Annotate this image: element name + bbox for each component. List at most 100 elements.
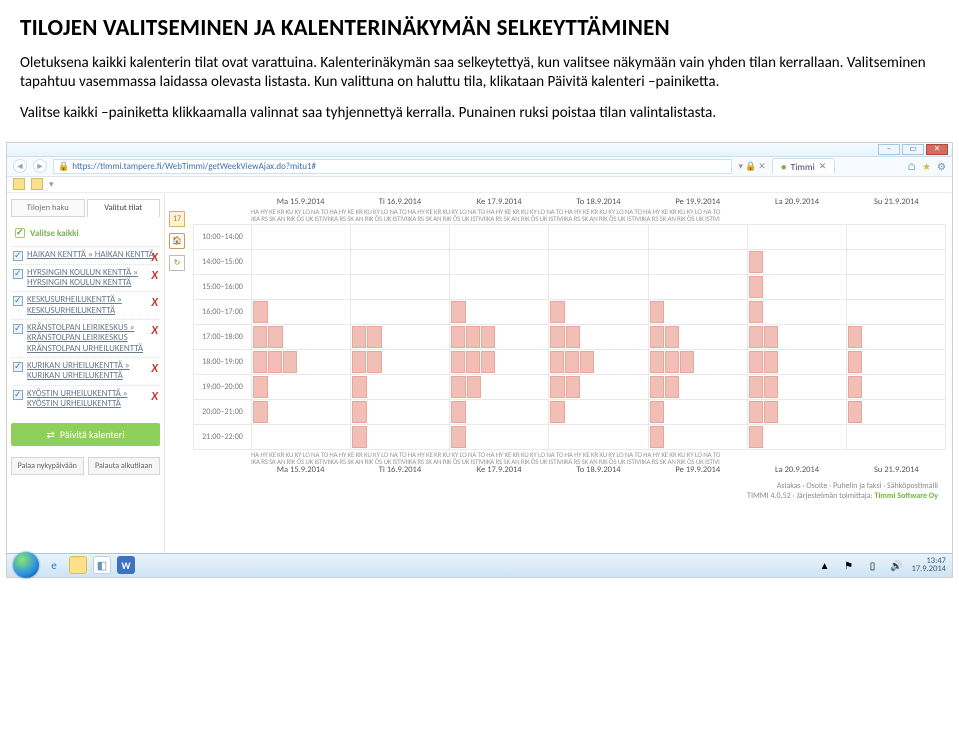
booking-bar[interactable]	[650, 326, 664, 348]
calendar-cell[interactable]	[549, 274, 648, 299]
booking-bar[interactable]	[650, 426, 665, 448]
booking-bar[interactable]	[451, 301, 466, 323]
reset-button[interactable]: Palauta alkutilaan	[88, 457, 161, 475]
calendar-cell[interactable]	[549, 424, 648, 449]
calendar-cell[interactable]	[252, 299, 351, 324]
calendar-cell[interactable]	[252, 274, 351, 299]
booking-bar[interactable]	[466, 351, 480, 373]
calendar-cell[interactable]	[846, 374, 945, 399]
calendar-cell[interactable]	[747, 424, 846, 449]
remove-room-button[interactable]: X	[151, 296, 158, 310]
calendar-cell[interactable]	[846, 324, 945, 349]
calendar-cell[interactable]	[846, 424, 945, 449]
tray-network-icon[interactable]: ▯	[864, 556, 882, 574]
window-minimize-button[interactable]: –	[878, 144, 900, 155]
calendar-cell[interactable]	[648, 299, 747, 324]
checkbox-icon[interactable]	[13, 296, 23, 306]
booking-bar[interactable]	[352, 401, 367, 423]
booking-bar[interactable]	[764, 326, 778, 348]
booking-bar[interactable]	[764, 401, 778, 423]
room-item[interactable]: KESKUSURHEILUKENTTÄ » KESKUSURHEILUKENTT…	[11, 291, 160, 319]
calendar-cell[interactable]	[351, 374, 450, 399]
booking-bar[interactable]	[352, 326, 366, 348]
select-all-button[interactable]: Valitse kaikki	[11, 226, 160, 241]
booking-bar[interactable]	[451, 401, 466, 423]
calendar-cell[interactable]	[648, 424, 747, 449]
calendar-cell[interactable]	[450, 324, 549, 349]
tab-close-icon[interactable]: ✕	[819, 161, 827, 172]
calendar-cell[interactable]	[747, 224, 846, 249]
booking-bar[interactable]	[352, 351, 366, 373]
calendar-cell[interactable]	[450, 224, 549, 249]
booking-bar[interactable]	[566, 326, 580, 348]
calendar-cell[interactable]	[648, 274, 747, 299]
booking-bar[interactable]	[848, 326, 863, 348]
tab-tilojen-haku[interactable]: Tilojen haku	[11, 199, 85, 217]
nav-back-button[interactable]: ◄	[13, 159, 27, 173]
today-button[interactable]: Palaa nykypäivään	[11, 457, 84, 475]
calendar-cell[interactable]	[351, 299, 450, 324]
booking-bar[interactable]	[749, 426, 764, 448]
tray-flag-icon[interactable]: ▲	[816, 556, 834, 574]
booking-bar[interactable]	[451, 351, 465, 373]
refresh-icon[interactable]: ↻	[169, 255, 185, 271]
favorite-icon[interactable]	[31, 178, 43, 190]
calendar-cell[interactable]	[252, 249, 351, 274]
calendar-cell[interactable]	[846, 274, 945, 299]
booking-bar[interactable]	[749, 401, 763, 423]
nav-fwd-button[interactable]: ►	[33, 159, 47, 173]
calendar-cell[interactable]	[351, 349, 450, 374]
booking-bar[interactable]	[253, 401, 268, 423]
checkbox-icon[interactable]	[13, 251, 23, 261]
booking-bar[interactable]	[848, 376, 863, 398]
calendar-cell[interactable]	[846, 299, 945, 324]
calendar-cell[interactable]	[648, 399, 747, 424]
booking-bar[interactable]	[550, 376, 564, 398]
taskbar-folder-icon[interactable]	[69, 556, 87, 574]
calendar-cell[interactable]	[549, 374, 648, 399]
calendar-cell[interactable]	[648, 224, 747, 249]
home-icon[interactable]: ⌂	[907, 160, 916, 173]
remove-room-button[interactable]: X	[151, 362, 158, 376]
calendar-cell[interactable]	[351, 424, 450, 449]
favorite-icon[interactable]	[13, 178, 25, 190]
booking-bar[interactable]	[253, 326, 267, 348]
booking-bar[interactable]	[665, 376, 679, 398]
calendar-cell[interactable]	[549, 249, 648, 274]
booking-bar[interactable]	[481, 326, 495, 348]
remove-room-button[interactable]: X	[151, 324, 158, 338]
booking-bar[interactable]	[451, 376, 465, 398]
booking-bar[interactable]	[650, 401, 665, 423]
booking-bar[interactable]	[680, 351, 694, 373]
calendar-cell[interactable]	[252, 374, 351, 399]
calendar-cell[interactable]	[450, 374, 549, 399]
room-item[interactable]: KYÖSTIN URHEILUKENTTÄ » KYÖSTIN URHEILUK…	[11, 385, 160, 413]
booking-bar[interactable]	[749, 326, 763, 348]
calendar-cell[interactable]	[450, 274, 549, 299]
booking-bar[interactable]	[848, 351, 863, 373]
update-calendar-button[interactable]: ⇄ Päivitä kalenteri	[11, 423, 160, 446]
calendar-cell[interactable]	[747, 299, 846, 324]
checkbox-icon[interactable]	[13, 390, 23, 400]
taskbar-app-icon[interactable]: ◧	[93, 556, 111, 574]
booking-bar[interactable]	[650, 301, 665, 323]
calendar-day-icon[interactable]: 17	[169, 211, 185, 227]
room-item[interactable]: KRÄNSTOLPAN LEIRIKESKUS » KRÄNSTOLPAN LE…	[11, 319, 160, 357]
booking-bar[interactable]	[650, 376, 664, 398]
booking-bar[interactable]	[352, 426, 367, 448]
booking-bar[interactable]	[764, 376, 778, 398]
calendar-cell[interactable]	[846, 224, 945, 249]
calendar-cell[interactable]	[648, 324, 747, 349]
remove-room-button[interactable]: X	[151, 269, 158, 283]
checkbox-icon[interactable]	[13, 324, 23, 334]
calendar-cell[interactable]	[747, 374, 846, 399]
booking-bar[interactable]	[253, 351, 267, 373]
taskbar-clock[interactable]: 13:47 17.9.2014	[912, 557, 946, 574]
room-item[interactable]: KURIKAN URHEILUKENTTÄ » KURIKAN URHEILUK…	[11, 357, 160, 385]
calendar-cell[interactable]	[549, 399, 648, 424]
calendar-cell[interactable]	[351, 224, 450, 249]
calendar-cell[interactable]	[450, 299, 549, 324]
room-item[interactable]: HAIKAN KENTTÄ » HAIKAN KENTTÄX	[11, 246, 160, 264]
star-icon[interactable]: ★	[922, 160, 931, 173]
tray-volume-icon[interactable]: 🔊	[888, 556, 906, 574]
